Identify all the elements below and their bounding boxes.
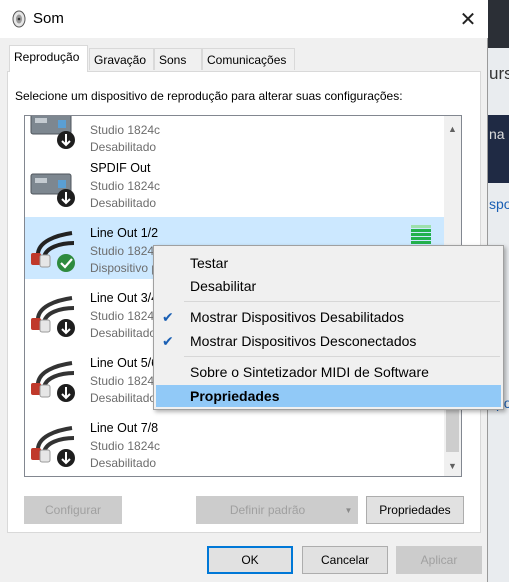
properties-button[interactable]: Propriedades <box>366 496 464 524</box>
menu-item-midi-about[interactable]: Sobre o Sintetizador MIDI de Software <box>156 361 501 383</box>
button-label: Propriedades <box>379 503 451 517</box>
device-name: Line Out 5/6 <box>90 356 159 370</box>
device-hardware: Studio 1824c <box>90 374 161 388</box>
menu-item-label: Testar <box>190 255 229 271</box>
meter-segment <box>411 237 431 240</box>
configure-button[interactable]: Configurar <box>24 496 122 524</box>
background-titlebar <box>488 0 509 48</box>
instruction-text: Selecione um dispositivo de reprodução p… <box>15 89 403 103</box>
menu-item-label: Mostrar Dispositivos Desabilitados <box>190 309 404 325</box>
menu-item-label: Propriedades <box>190 388 280 404</box>
chevron-down-icon: ▼ <box>344 505 353 515</box>
rca-jack-icon <box>31 231 75 272</box>
tab-label: Reprodução <box>14 50 80 64</box>
button-label: Cancelar <box>320 553 370 567</box>
menu-item-properties[interactable]: Propriedades <box>156 385 501 407</box>
device-hardware: Studio 1824c <box>90 244 161 258</box>
tab-label: Comunicações <box>207 53 287 67</box>
scroll-down-icon[interactable]: ▼ <box>444 457 461 474</box>
tab-comunicacoes[interactable]: Comunicações <box>202 48 295 70</box>
device-status: Desabilitado <box>90 391 157 405</box>
speaker-icon <box>12 10 26 28</box>
cancel-button[interactable]: Cancelar <box>302 546 388 574</box>
tab-reproducao[interactable]: Reprodução <box>9 45 88 72</box>
device-hardware: Studio 1824c <box>90 439 161 453</box>
meter-segment <box>411 225 431 228</box>
menu-item-label: Mostrar Dispositivos Desconectados <box>190 333 417 349</box>
device-hardware: Studio 1824c <box>90 309 161 323</box>
tab-sons[interactable]: Sons <box>154 48 202 70</box>
device-status: Desabilitado <box>90 196 157 210</box>
window-title: Som <box>33 10 64 27</box>
rca-jack-icon <box>31 296 75 337</box>
tab-gravacao[interactable]: Gravação <box>89 48 154 70</box>
menu-item-desabilitar[interactable]: Desabilitar <box>156 275 501 297</box>
background-text: na <box>489 126 505 142</box>
apply-button[interactable]: Aplicar <box>396 546 482 574</box>
device-status: Desabilitado <box>90 456 157 470</box>
button-label: Definir padrão <box>229 503 306 517</box>
menu-item-show-disconnected[interactable]: ✔ Mostrar Dispositivos Desconectados <box>156 330 501 352</box>
scroll-up-icon[interactable]: ▲ <box>444 120 461 137</box>
menu-separator <box>184 356 500 357</box>
set-default-button[interactable]: Definir padrão <box>196 496 339 524</box>
rca-jack-icon <box>31 426 75 467</box>
context-menu: Testar Desabilitar ✔ Mostrar Dispositivo… <box>153 245 504 410</box>
menu-item-show-disabled[interactable]: ✔ Mostrar Dispositivos Desabilitados <box>156 306 501 328</box>
menu-item-label: Sobre o Sintetizador MIDI de Software <box>190 364 429 380</box>
checkmark-icon: ✔ <box>162 333 174 349</box>
background-link[interactable]: spo <box>489 196 509 212</box>
button-label: Aplicar <box>420 553 458 567</box>
tab-label: Gravação <box>94 53 147 67</box>
device-name: Line Out 3/4 <box>90 291 159 305</box>
rca-jack-icon <box>31 361 75 402</box>
checkmark-icon: ✔ <box>162 309 174 325</box>
ok-button[interactable]: OK <box>207 546 293 574</box>
device-item-line-out-7-8[interactable]: Line Out 7/8 Studio 1824c Desabilitado <box>25 412 444 474</box>
title-bar: Som ✕ <box>0 0 488 38</box>
device-hardware: Studio 1824c <box>90 179 161 193</box>
menu-item-label: Desabilitar <box>190 278 257 294</box>
set-default-dropdown[interactable]: ▼ <box>339 496 358 524</box>
device-item-spdif-out[interactable]: SPDIF Out Studio 1824c Desabilitado <box>25 152 444 214</box>
close-button[interactable]: ✕ <box>450 4 486 34</box>
meter-segment <box>411 241 431 244</box>
meter-segment <box>411 233 431 236</box>
tab-label: Sons <box>159 53 187 67</box>
interface-box-icon <box>30 116 75 149</box>
menu-separator <box>184 301 500 302</box>
button-label: OK <box>241 553 259 567</box>
device-name: Line Out 7/8 <box>90 421 159 435</box>
meter-segment <box>411 229 431 232</box>
device-name: Line Out 1/2 <box>90 226 159 240</box>
device-status: Desabilitado <box>90 326 157 340</box>
close-icon: ✕ <box>459 8 477 31</box>
interface-box-icon <box>30 173 75 207</box>
background-text: urs <box>489 64 509 83</box>
device-name: SPDIF Out <box>90 161 151 175</box>
device-hardware: Studio 1824c <box>90 123 161 137</box>
menu-item-testar[interactable]: Testar <box>156 252 501 274</box>
button-label: Configurar <box>44 503 102 517</box>
